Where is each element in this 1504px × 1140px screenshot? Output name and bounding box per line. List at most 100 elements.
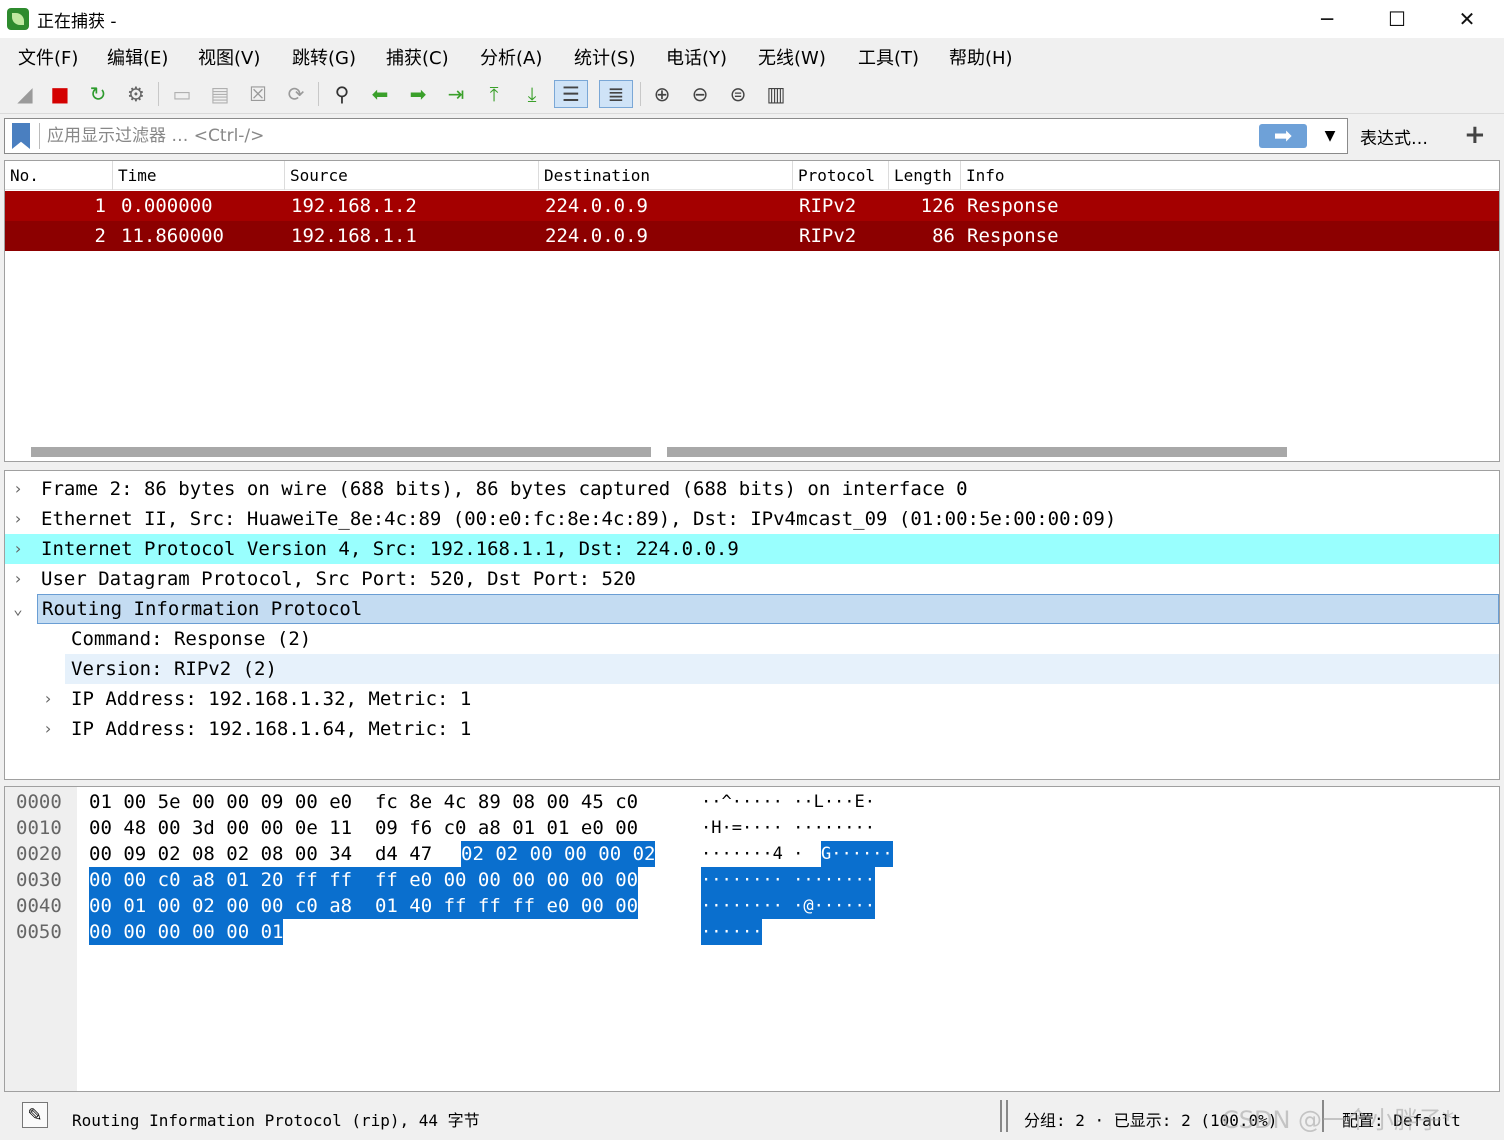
bookmark-icon[interactable] xyxy=(12,123,30,149)
tree-item-ethernet[interactable]: › Ethernet II, Src: HuaweiTe_8e:4c:89 (0… xyxy=(5,504,1499,534)
tree-item-label: Ethernet II, Src: HuaweiTe_8e:4c:89 (00:… xyxy=(41,508,1117,530)
chevron-right-icon[interactable]: › xyxy=(11,504,25,534)
menu-edit[interactable]: 编辑(E) xyxy=(107,44,168,70)
tree-item-frame[interactable]: › Frame 2: 86 bytes on wire (688 bits), … xyxy=(5,474,1499,504)
chevron-right-icon[interactable]: › xyxy=(11,564,25,594)
packet-row-selected[interactable]: 2 11.860000 192.168.1.1 224.0.0.9 RIPv2 … xyxy=(5,221,1499,251)
resize-columns-button[interactable]: ▥ xyxy=(761,80,791,108)
add-filter-button[interactable]: + xyxy=(1464,120,1486,150)
display-filter-input[interactable] xyxy=(47,119,1247,153)
hex-bytes[interactable]: 00 09 02 08 02 08 00 34 d4 47 xyxy=(89,841,444,867)
column-header-destination[interactable]: Destination xyxy=(539,161,793,190)
hex-bytes-highlighted[interactable]: 02 02 00 00 00 02 xyxy=(461,841,656,867)
menu-go[interactable]: 跳转(G) xyxy=(292,44,356,70)
go-forward-button[interactable]: ➡ xyxy=(403,80,433,108)
packet-row[interactable]: 1 0.000000 192.168.1.2 224.0.0.9 RIPv2 1… xyxy=(5,191,1499,221)
packet-time: 11.860000 xyxy=(121,225,224,247)
column-header-no[interactable]: No. xyxy=(5,161,113,190)
chevron-right-icon[interactable]: › xyxy=(41,714,55,744)
save-file-button[interactable]: ▤ xyxy=(205,80,235,108)
stop-capture-button[interactable]: ■ xyxy=(45,80,75,108)
byte-offset: 0040 xyxy=(16,895,62,917)
menu-tools[interactable]: 工具(T) xyxy=(858,44,919,70)
last-packet-button[interactable]: ⤓ xyxy=(517,80,547,108)
minimize-button[interactable]: ─ xyxy=(1292,0,1362,38)
status-field-info: Routing Information Protocol (rip), 44 字… xyxy=(72,1111,480,1130)
ascii-bytes-highlighted[interactable]: ········ ········ xyxy=(701,867,875,893)
column-header-length[interactable]: Length xyxy=(889,161,961,190)
resize-columns-icon: ▥ xyxy=(766,82,786,106)
zoom-out-button[interactable]: ⊖ xyxy=(685,80,715,108)
go-back-button[interactable]: ⬅ xyxy=(365,80,395,108)
reload-file-button[interactable]: ⟳ xyxy=(281,80,311,108)
ascii-bytes-highlighted[interactable]: ········ ·@······ xyxy=(701,893,875,919)
maximize-button[interactable]: ☐ xyxy=(1362,0,1432,38)
hex-bytes-highlighted[interactable]: 00 00 c0 a8 01 20 ff ff ff e0 00 00 00 0… xyxy=(89,867,639,893)
tree-item-rip-selected[interactable]: ⌄ Routing Information Protocol xyxy=(5,594,1499,624)
chevron-right-icon[interactable]: › xyxy=(11,534,25,564)
menu-help[interactable]: 帮助(H) xyxy=(949,44,1013,70)
expression-button[interactable]: 表达式… xyxy=(1360,124,1428,149)
ascii-bytes[interactable]: ·H·=···· ········ xyxy=(701,815,875,841)
tree-item-ipv4[interactable]: › Internet Protocol Version 4, Src: 192.… xyxy=(5,534,1499,564)
packet-details-tree: › Frame 2: 86 bytes on wire (688 bits), … xyxy=(4,470,1500,780)
menu-wireless[interactable]: 无线(W) xyxy=(758,44,826,70)
column-header-time[interactable]: Time xyxy=(113,161,285,190)
restart-capture-button[interactable]: ↻ xyxy=(83,80,113,108)
open-file-button[interactable]: ▭ xyxy=(167,80,197,108)
column-header-protocol[interactable]: Protocol xyxy=(793,161,889,190)
menu-view[interactable]: 视图(V) xyxy=(198,44,260,70)
display-filter-bar: ➡ ▼ xyxy=(4,118,1348,154)
column-header-info[interactable]: Info xyxy=(961,161,1501,190)
tree-item-rip-entry[interactable]: › IP Address: 192.168.1.32, Metric: 1 xyxy=(5,684,1499,714)
ascii-bytes[interactable]: ·······4 · xyxy=(701,841,803,867)
packet-protocol: RIPv2 xyxy=(799,225,857,247)
filter-history-dropdown[interactable]: ▼ xyxy=(1319,125,1341,147)
close-file-button[interactable]: ☒ xyxy=(243,80,273,108)
chevron-right-icon[interactable]: › xyxy=(41,684,55,714)
capture-options-icon: ⚙ xyxy=(127,82,145,106)
colorize-button[interactable]: ≣ xyxy=(599,80,633,108)
menu-analyze[interactable]: 分析(A) xyxy=(480,44,542,70)
hex-bytes-highlighted[interactable]: 00 01 00 02 00 00 c0 a8 01 40 ff ff ff e… xyxy=(89,893,639,919)
tree-item-label: Routing Information Protocol xyxy=(37,594,1499,624)
chevron-right-icon[interactable]: › xyxy=(11,474,25,504)
status-divider xyxy=(1006,1100,1008,1132)
hex-bytes[interactable]: 00 48 00 3d 00 00 0e 11 09 f6 c0 a8 01 0… xyxy=(89,815,638,841)
tree-item-rip-command[interactable]: Command: Response (2) xyxy=(5,624,1499,654)
find-packet-button[interactable]: ⚲ xyxy=(327,80,357,108)
packet-bytes-pane: 0000 0010 0020 0030 0040 0050 01 00 5e 0… xyxy=(4,786,1500,1092)
byte-offset: 0050 xyxy=(16,921,62,943)
auto-scroll-button[interactable]: ☰ xyxy=(554,80,588,108)
byte-offset: 0000 xyxy=(16,791,62,813)
column-header-source[interactable]: Source xyxy=(285,161,539,190)
first-packet-button[interactable]: ⤒ xyxy=(479,80,509,108)
tree-item-rip-entry[interactable]: › IP Address: 192.168.1.64, Metric: 1 xyxy=(5,714,1499,744)
apply-filter-button[interactable]: ➡ xyxy=(1259,124,1307,149)
chevron-down-icon[interactable]: ⌄ xyxy=(11,594,25,624)
zoom-in-button[interactable]: ⊕ xyxy=(647,80,677,108)
colorize-icon: ≣ xyxy=(607,82,625,106)
capture-options-button[interactable]: ⚙ xyxy=(121,80,151,108)
horizontal-scrollbar[interactable] xyxy=(667,447,1287,457)
start-capture-button[interactable]: ◢ xyxy=(10,80,40,108)
ascii-bytes[interactable]: ··^····· ··L···E· xyxy=(701,789,875,815)
tree-item-udp[interactable]: › User Datagram Protocol, Src Port: 520,… xyxy=(5,564,1499,594)
close-button[interactable]: ✕ xyxy=(1432,0,1502,38)
packet-source: 192.168.1.1 xyxy=(291,225,417,247)
toolbar-separator xyxy=(640,82,641,106)
zoom-normal-button[interactable]: ⊜ xyxy=(723,80,753,108)
ascii-bytes-highlighted[interactable]: G······ xyxy=(821,841,893,867)
menu-capture[interactable]: 捕获(C) xyxy=(386,44,449,70)
hex-bytes[interactable]: 01 00 5e 00 00 09 00 e0 fc 8e 4c 89 08 0… xyxy=(89,789,638,815)
menu-statistics[interactable]: 统计(S) xyxy=(574,44,635,70)
go-to-packet-button[interactable]: ⇥ xyxy=(441,80,471,108)
menu-telephony[interactable]: 电话(Y) xyxy=(666,44,727,70)
tree-item-rip-version[interactable]: Version: RIPv2 (2) xyxy=(5,654,1499,684)
ascii-bytes-highlighted[interactable]: ······ xyxy=(701,919,763,945)
menu-file[interactable]: 文件(F) xyxy=(18,44,78,70)
edit-comment-icon[interactable]: ✎ xyxy=(22,1102,48,1128)
horizontal-scrollbar[interactable] xyxy=(31,447,651,457)
hex-bytes-highlighted[interactable]: 00 00 00 00 00 01 xyxy=(89,919,284,945)
start-capture-icon: ◢ xyxy=(17,82,33,106)
